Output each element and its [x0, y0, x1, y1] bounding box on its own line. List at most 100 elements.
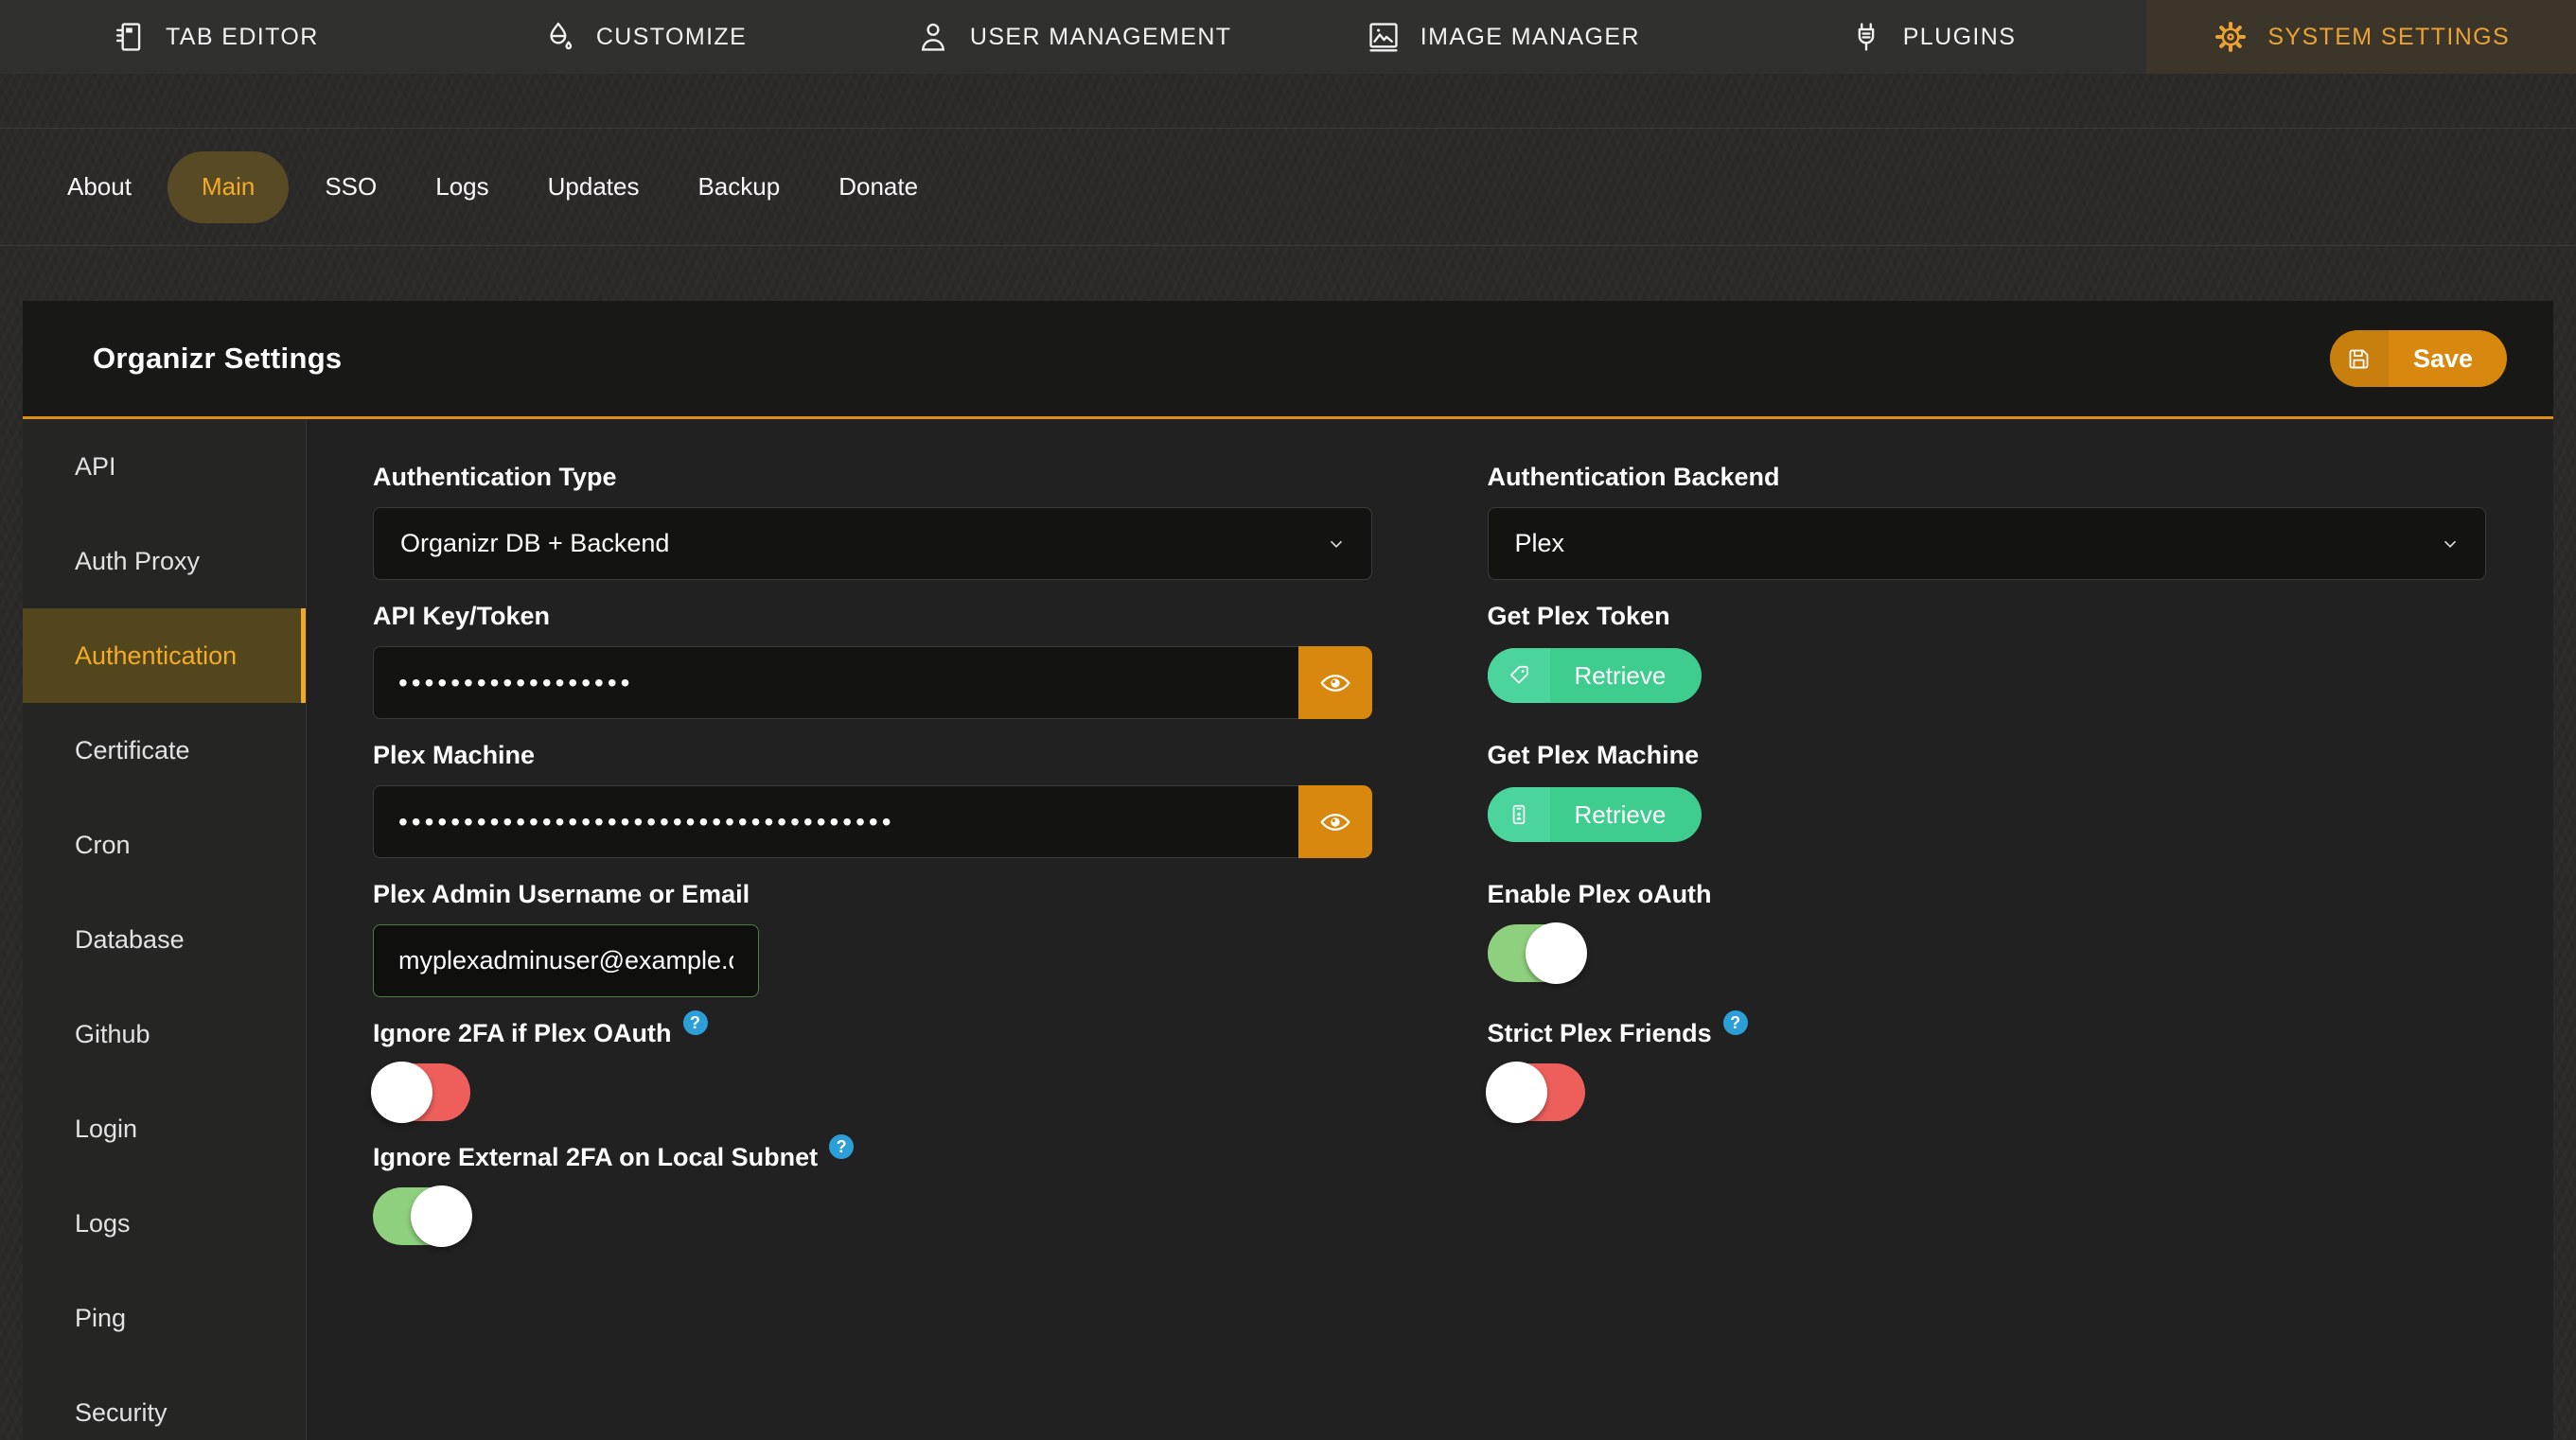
chevron-down-icon [2440, 534, 2461, 554]
organizr-settings-panel: Organizr Settings Save API Auth Proxy Au… [23, 301, 2553, 1440]
tab-editor-icon [111, 19, 147, 55]
plex-admin-input[interactable] [373, 924, 759, 997]
settings-sidebar: API Auth Proxy Authentication Certificat… [23, 419, 307, 1440]
save-icon [2330, 330, 2389, 387]
sidebar-item-authentication[interactable]: Authentication [23, 608, 306, 703]
enable-plex-oauth-label: Enable Plex oAuth [1488, 879, 2487, 909]
plex-admin-label: Plex Admin Username or Email [373, 879, 1372, 909]
authentication-form: Authentication Type Organizr DB + Backen… [373, 462, 2486, 1245]
toggle-knob [411, 1185, 472, 1247]
chevron-down-icon [1326, 534, 1347, 554]
field-strict-plex-friends: Strict Plex Friends ? [1488, 1018, 2487, 1121]
settings-content: Authentication Type Organizr DB + Backen… [307, 419, 2553, 1440]
toggle-knob [1526, 922, 1587, 984]
tab-about[interactable]: About [44, 151, 154, 223]
authentication-backend-select[interactable]: Plex [1488, 507, 2487, 580]
help-icon[interactable]: ? [1723, 1010, 1748, 1035]
panel-header: Organizr Settings Save [23, 301, 2553, 419]
eye-icon [1318, 666, 1352, 700]
save-button-label: Save [2389, 330, 2507, 387]
strict-plex-friends-toggle[interactable] [1488, 1063, 1585, 1121]
retrieve-plex-machine-button[interactable]: Retrieve [1488, 787, 1703, 842]
sidebar-item-logs[interactable]: Logs [23, 1176, 306, 1271]
strict-plex-friends-label: Strict Plex Friends ? [1488, 1018, 2487, 1048]
api-key-label: API Key/Token [373, 601, 1372, 631]
nav-item-label: TAB EDITOR [166, 24, 319, 51]
nav-item-tab-editor[interactable]: TAB EDITOR [0, 0, 430, 74]
tab-donate[interactable]: Donate [816, 151, 941, 223]
plex-machine-input[interactable] [373, 785, 1298, 858]
ignore-external-2fa-label: Ignore External 2FA on Local Subnet ? [373, 1142, 1372, 1172]
field-authentication-type: Authentication Type Organizr DB + Backen… [373, 462, 1372, 580]
ignore-2fa-label: Ignore 2FA if Plex OAuth ? [373, 1018, 1372, 1048]
tag-icon [1488, 648, 1550, 703]
sidebar-item-api[interactable]: API [23, 419, 306, 514]
authentication-backend-value: Plex [1515, 529, 1565, 558]
get-plex-token-label: Get Plex Token [1488, 601, 2487, 631]
authentication-type-select[interactable]: Organizr DB + Backend [373, 507, 1372, 580]
nav-item-label: USER MANAGEMENT [970, 24, 1232, 51]
tab-updates[interactable]: Updates [525, 151, 662, 223]
nav-item-image-manager[interactable]: IMAGE MANAGER [1288, 0, 1718, 74]
image-manager-icon [1366, 19, 1402, 55]
plugins-icon [1848, 19, 1884, 55]
field-ignore-external-2fa: Ignore External 2FA on Local Subnet ? [373, 1142, 1372, 1245]
nav-item-label: SYSTEM SETTINGS [2267, 24, 2510, 51]
panel-body: API Auth Proxy Authentication Certificat… [23, 419, 2553, 1440]
plex-machine-label: Plex Machine [373, 740, 1372, 770]
tab-logs[interactable]: Logs [413, 151, 511, 223]
sidebar-item-github[interactable]: Github [23, 987, 306, 1081]
tab-sso[interactable]: SSO [302, 151, 399, 223]
ignore-external-2fa-toggle[interactable] [373, 1187, 470, 1245]
nav-item-label: PLUGINS [1903, 24, 2017, 51]
field-plex-admin: Plex Admin Username or Email [373, 879, 1372, 997]
sidebar-item-ping[interactable]: Ping [23, 1271, 306, 1365]
tab-main[interactable]: Main [168, 151, 289, 223]
plex-machine-input-group [373, 785, 1372, 858]
api-key-reveal-button[interactable] [1298, 646, 1372, 719]
system-settings-icon [2213, 19, 2249, 55]
nav-item-plugins[interactable]: PLUGINS [1718, 0, 2147, 74]
nav-item-system-settings[interactable]: SYSTEM SETTINGS [2146, 0, 2576, 74]
field-enable-plex-oauth: Enable Plex oAuth [1488, 879, 2487, 982]
api-key-input-group [373, 646, 1372, 719]
sidebar-item-certificate[interactable]: Certificate [23, 703, 306, 798]
toggle-knob [1486, 1062, 1547, 1123]
field-get-plex-token: Get Plex Token Retrieve [1488, 601, 2487, 703]
help-icon[interactable]: ? [829, 1134, 854, 1159]
enable-plex-oauth-toggle[interactable] [1488, 924, 1585, 982]
api-key-input[interactable] [373, 646, 1298, 719]
nav-item-customize[interactable]: CUSTOMIZE [430, 0, 859, 74]
sidebar-item-database[interactable]: Database [23, 892, 306, 987]
user-management-icon [915, 19, 951, 55]
nav-item-user-management[interactable]: USER MANAGEMENT [858, 0, 1288, 74]
get-plex-machine-label: Get Plex Machine [1488, 740, 2487, 770]
field-get-plex-machine: Get Plex Machine Retrieve [1488, 740, 2487, 842]
plex-machine-reveal-button[interactable] [1298, 785, 1372, 858]
id-badge-icon [1488, 787, 1550, 842]
save-button[interactable]: Save [2330, 330, 2507, 387]
help-icon[interactable]: ? [683, 1010, 708, 1035]
nav-item-label: IMAGE MANAGER [1420, 24, 1640, 51]
sidebar-item-security[interactable]: Security [23, 1365, 306, 1440]
field-api-key: API Key/Token [373, 601, 1372, 719]
page-title: Organizr Settings [93, 342, 342, 376]
sidebar-item-cron[interactable]: Cron [23, 798, 306, 892]
authentication-backend-label: Authentication Backend [1488, 462, 2487, 492]
retrieve-plex-token-button[interactable]: Retrieve [1488, 648, 1703, 703]
toggle-knob [371, 1062, 432, 1123]
sidebar-item-auth-proxy[interactable]: Auth Proxy [23, 514, 306, 608]
field-plex-machine: Plex Machine [373, 740, 1372, 858]
top-navigation: TAB EDITOR CUSTOMIZE USER MANAGEMENT IMA… [0, 0, 2576, 74]
field-ignore-2fa: Ignore 2FA if Plex OAuth ? [373, 1018, 1372, 1121]
tab-backup[interactable]: Backup [675, 151, 803, 223]
ignore-2fa-toggle[interactable] [373, 1063, 470, 1121]
eye-icon [1318, 805, 1352, 839]
sidebar-item-login[interactable]: Login [23, 1081, 306, 1176]
customize-icon [541, 19, 577, 55]
retrieve-button-label: Retrieve [1550, 648, 1703, 703]
nav-item-label: CUSTOMIZE [596, 24, 747, 51]
retrieve-button-label: Retrieve [1550, 787, 1703, 842]
field-authentication-backend: Authentication Backend Plex [1488, 462, 2487, 580]
settings-tab-bar: About Main SSO Logs Updates Backup Donat… [0, 128, 2576, 246]
